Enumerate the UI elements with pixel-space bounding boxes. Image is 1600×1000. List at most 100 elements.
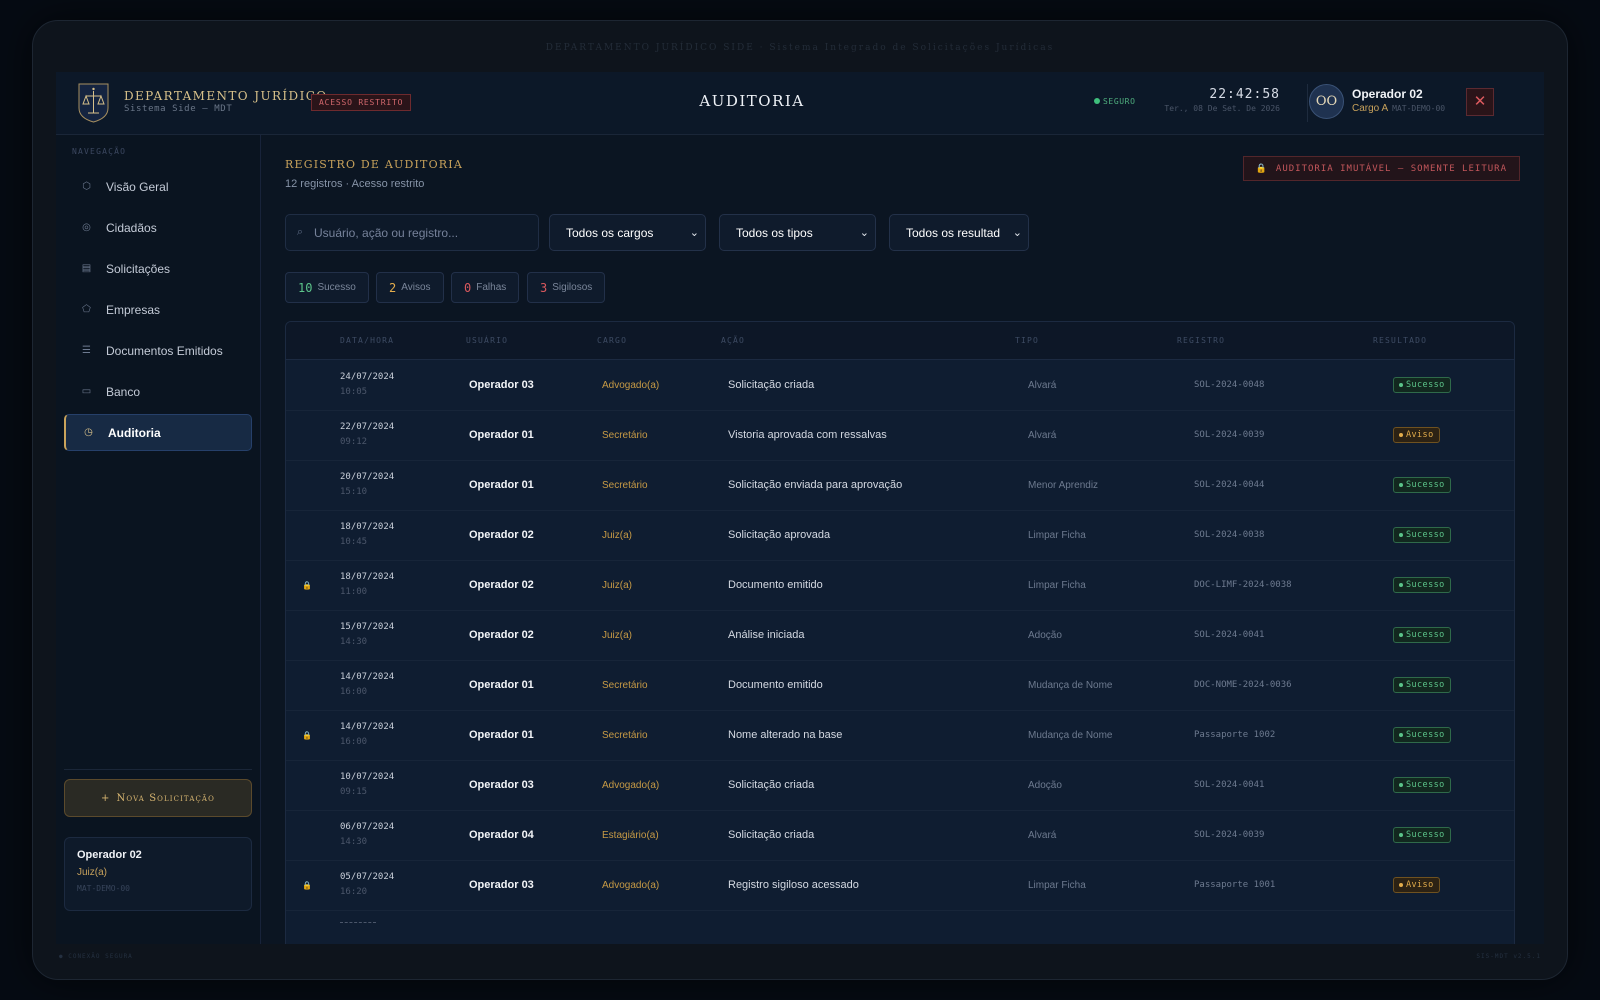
new-request-button[interactable]: + Nova Solicitação: [64, 779, 252, 817]
sidebar-item-documentos[interactable]: ☰ Documentos Emitidos: [64, 332, 252, 369]
sidebar-item-label: Visão Geral: [106, 179, 169, 194]
filter-resultado-value: Todos os resultad: [906, 225, 1001, 240]
filter-tipo-select[interactable]: Todos os tipos ⌄: [719, 214, 876, 251]
row-action: Solicitação criada: [728, 379, 815, 391]
status-badge: Sucesso: [1393, 577, 1451, 593]
status-dot-icon: [1399, 482, 1403, 487]
search-input[interactable]: [314, 225, 534, 240]
row-date: 05/07/2024: [340, 872, 395, 882]
table-row[interactable]: 🔒 05/07/2024 16:20 Operador 03 Advogado(a) Re…: [286, 860, 1514, 911]
section-subtitle: 12 registros · Acesso restrito: [285, 178, 425, 190]
status-dot-icon: [1399, 432, 1403, 437]
sidebar-item-empresas[interactable]: ⬠ Empresas: [64, 291, 252, 328]
sidebar-item-label: Banco: [106, 384, 141, 399]
row-action: Solicitação criada: [728, 779, 815, 791]
col-header-data-hora[interactable]: DATA/HORA: [340, 336, 394, 345]
row-user: Operador 01: [469, 679, 534, 691]
table-row[interactable]: 06/07/2024 14:30 Operador 04 Estagiário(a) S…: [286, 810, 1514, 861]
close-button[interactable]: ✕: [1466, 88, 1494, 116]
status-badge: Sucesso: [1393, 777, 1451, 793]
row-record: SOL-2024-0039: [1194, 830, 1265, 840]
row-type: Alvará: [1028, 830, 1057, 841]
citizens-icon: ◎: [82, 222, 91, 233]
table-row[interactable]: 🔒 14/07/2024 16:00 Operador 01 Secretário Nom…: [286, 710, 1514, 761]
row-user: Operador 01: [469, 479, 534, 491]
filter-cargo-select[interactable]: Todos os cargos ⌄: [549, 214, 706, 251]
clock: 22:42:58 Ter., 08 De Set. De 2026: [1164, 87, 1280, 113]
device-top-caption: DEPARTAMENTO JURÍDICO SIDE · Sistema Int…: [545, 43, 1055, 53]
row-time: 14:30: [340, 837, 368, 847]
audit-clock-icon: ◷: [84, 427, 93, 438]
col-header-resultado[interactable]: RESULTADO: [1373, 336, 1427, 345]
status-badge: Sucesso: [1393, 477, 1451, 493]
row-record: SOL-2024-0044: [1194, 480, 1265, 490]
row-record: SOL-2024-0041: [1194, 780, 1265, 790]
search-box[interactable]: ⌕: [285, 214, 539, 251]
table-row[interactable]: 15/07/2024 14:30 Operador 02 Juiz(a) Análise…: [286, 610, 1514, 661]
row-type: Adoção: [1028, 780, 1062, 791]
stat-sucesso[interactable]: 10 Sucesso: [285, 272, 369, 303]
stat-avisos[interactable]: 2 Avisos: [376, 272, 444, 303]
row-action: Registro sigiloso acessado: [728, 879, 859, 891]
table-row[interactable]: 10/07/2024 09:15 Operador 03 Advogado(a) Sol…: [286, 760, 1514, 811]
col-header-registro[interactable]: REGISTRO: [1177, 336, 1225, 345]
table-row[interactable]: 18/07/2024 10:45 Operador 02 Juiz(a) Solicit…: [286, 510, 1514, 561]
col-header-usuario[interactable]: USUÁRIO: [466, 336, 508, 345]
sidebar-user-mat: MAT-DEMO-00: [77, 884, 130, 893]
sidebar-item-solicitacoes[interactable]: ▤ Solicitações: [64, 250, 252, 287]
row-action: Documento emitido: [728, 579, 823, 591]
table-row[interactable]: 24/07/2024 10:05 Operador 03 Advogado(a) Sol…: [286, 360, 1514, 411]
row-time: 11:00: [340, 587, 368, 597]
status-label: Sucesso: [1406, 730, 1445, 740]
row-time: 16:00: [340, 737, 368, 747]
stat-falhas[interactable]: 0 Falhas: [451, 272, 520, 303]
secure-indicator: SEGURO: [1094, 97, 1136, 106]
col-header-acao[interactable]: AÇÃO: [721, 336, 745, 345]
sidebar-item-label: Auditoria: [108, 425, 161, 440]
stat-falhas-label: Falhas: [476, 282, 507, 293]
status-badge: Aviso: [1393, 427, 1440, 443]
row-cargo: Secretário: [602, 730, 648, 741]
stat-sigilosos[interactable]: 3 Sigilosos: [527, 272, 606, 303]
sidebar-user-card: Operador 02 Juiz(a) MAT-DEMO-00: [64, 837, 252, 911]
sidebar-item-label: Documentos Emitidos: [106, 343, 223, 358]
app-screen: DEPARTAMENTO JURÍDICO Sistema Side — MDT…: [56, 72, 1544, 944]
bank-icon: ▭: [81, 386, 92, 397]
table-header: DATA/HORA USUÁRIO CARGO AÇÃO TIPO REGIST…: [286, 322, 1514, 360]
table-row[interactable]: 🔒 18/07/2024 11:00 Operador 02 Juiz(a) Docume…: [286, 560, 1514, 611]
status-badge: Sucesso: [1393, 727, 1451, 743]
row-action: Solicitação enviada para aprovação: [728, 479, 903, 491]
row-type: Mudança de Nome: [1028, 730, 1113, 741]
row-record: SOL-2024-0048: [1194, 380, 1265, 390]
row-date: 24/07/2024: [340, 372, 395, 382]
sidebar-item-banco[interactable]: ▭ Banco: [64, 373, 252, 410]
stat-sucesso-count: 10: [298, 280, 313, 295]
filter-resultado-select[interactable]: Todos os resultad ⌄: [889, 214, 1029, 251]
row-time: 14:30: [340, 637, 368, 647]
table-row[interactable]: 14/07/2024 16:00 Operador 01 Secretário Docu…: [286, 660, 1514, 711]
col-header-tipo[interactable]: TIPO: [1015, 336, 1039, 345]
status-label: Sucesso: [1406, 780, 1445, 790]
row-user: Operador 02: [469, 629, 534, 641]
table-row[interactable]: 20/07/2024 15:10 Operador 01 Secretário Soli…: [286, 460, 1514, 511]
row-time: 16:00: [340, 687, 368, 697]
sidebar-user-name: Operador 02: [77, 849, 142, 861]
sidebar-item-cidadaos[interactable]: ◎ Cidadãos: [64, 209, 252, 246]
main-content: REGISTRO DE AUDITORIA 12 registros · Ace…: [261, 135, 1544, 944]
row-type: Adoção: [1028, 630, 1062, 641]
col-header-cargo[interactable]: CARGO: [597, 336, 627, 345]
row-fragment: [340, 922, 376, 928]
status-label: Sucesso: [1406, 480, 1445, 490]
header-user-role: Cargo A MAT-DEMO-00: [1352, 103, 1445, 114]
row-user: Operador 02: [469, 529, 534, 541]
row-action: Solicitação criada: [728, 829, 815, 841]
version-label: SIS-MDT v2.5.1: [1476, 953, 1541, 960]
status-label: Sucesso: [1406, 830, 1445, 840]
sidebar-item-auditoria[interactable]: ◷ Auditoria: [64, 414, 252, 451]
row-type: Limpar Ficha: [1028, 880, 1086, 891]
row-cargo: Advogado(a): [602, 880, 660, 891]
table-row[interactable]: 22/07/2024 09:12 Operador 01 Secretário Vist…: [286, 410, 1514, 461]
companies-icon: ⬠: [82, 304, 91, 315]
avatar[interactable]: OO: [1309, 84, 1344, 119]
sidebar-item-visao-geral[interactable]: ⬡ Visão Geral: [64, 168, 252, 205]
